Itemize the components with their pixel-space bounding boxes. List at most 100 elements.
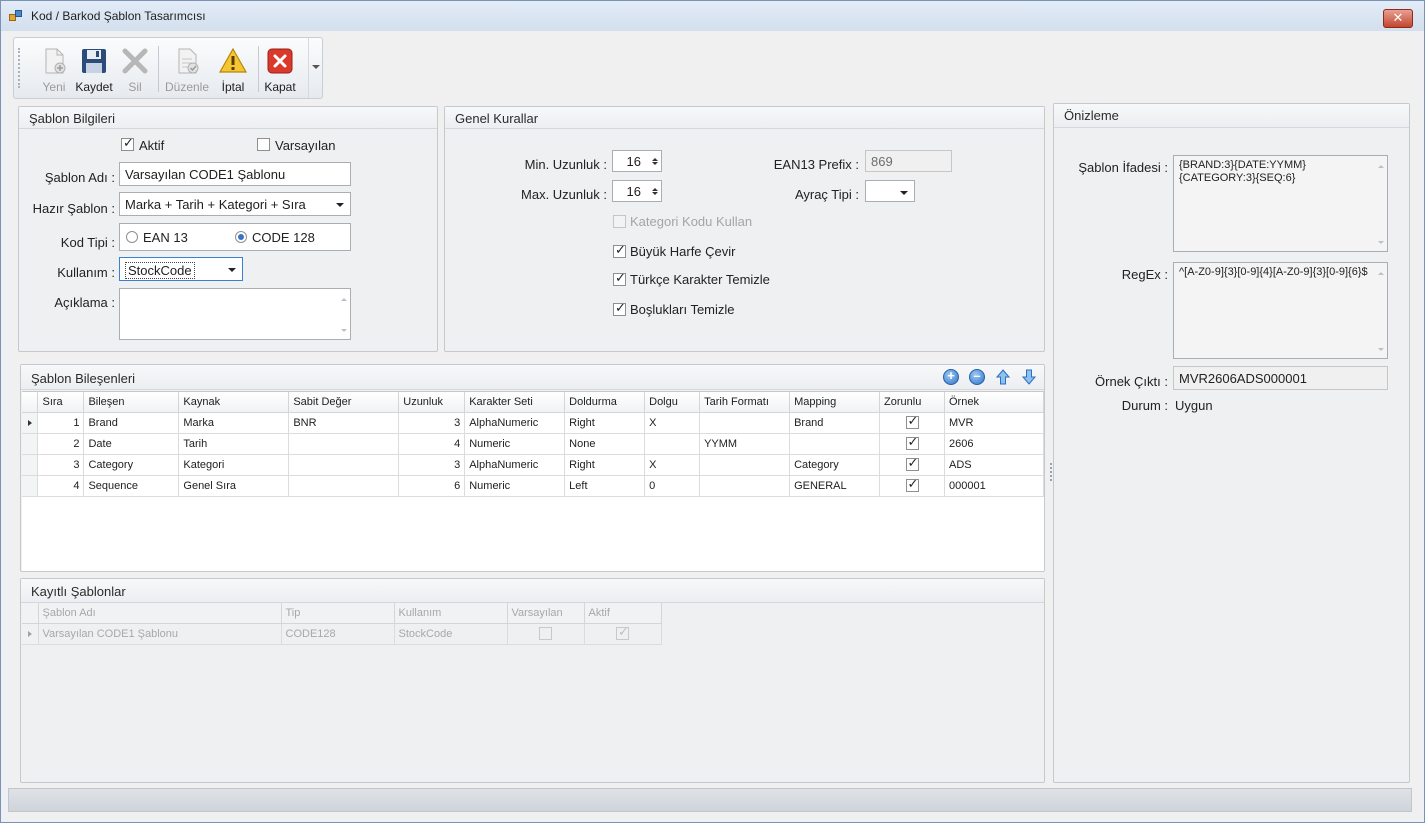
col-header[interactable]: Bileşen bbox=[83, 392, 180, 413]
toolbar-grip[interactable] bbox=[18, 48, 21, 88]
col-header[interactable]: Zorunlu bbox=[879, 392, 945, 413]
move-up-icon[interactable] bbox=[996, 369, 1010, 385]
save-button[interactable]: Kaydet bbox=[74, 38, 114, 98]
cell-length[interactable]: 4 bbox=[398, 433, 466, 455]
separator-select[interactable] bbox=[865, 180, 915, 202]
max-length-spinner[interactable]: 16 bbox=[612, 180, 662, 202]
col-header[interactable]: Kullanım bbox=[394, 603, 508, 624]
regex-textarea[interactable]: ^[A-Z0-9]{3}[0-9]{4}[A-Z0-9]{3}[0-9]{6}$ bbox=[1173, 262, 1388, 359]
cell-padding[interactable]: None bbox=[564, 433, 646, 455]
cell-required[interactable] bbox=[879, 475, 945, 497]
row-selector[interactable] bbox=[22, 623, 39, 645]
cell-order[interactable]: 4 bbox=[37, 475, 85, 497]
col-header[interactable]: Karakter Seti bbox=[464, 392, 566, 413]
cell-component[interactable]: Category bbox=[83, 454, 180, 476]
cell-mapping[interactable] bbox=[789, 433, 881, 455]
cell-charset[interactable]: AlphaNumeric bbox=[464, 454, 566, 476]
description-scrollbar[interactable] bbox=[337, 289, 351, 339]
cell-fill[interactable]: 0 bbox=[644, 475, 701, 497]
col-header[interactable]: Aktif bbox=[584, 603, 662, 624]
cell-fixed[interactable] bbox=[288, 433, 400, 455]
sample-output-input[interactable]: MVR2606ADS000001 bbox=[1173, 366, 1388, 390]
row-selector[interactable] bbox=[22, 454, 39, 476]
cell-fixed[interactable]: BNR bbox=[288, 412, 400, 434]
min-length-spinner[interactable]: 16 bbox=[612, 150, 662, 172]
default-checkbox[interactable] bbox=[257, 138, 270, 151]
cell-date-format[interactable]: YYMM bbox=[699, 433, 791, 455]
required-checkbox[interactable] bbox=[905, 476, 919, 492]
col-header[interactable]: Tip bbox=[281, 603, 395, 624]
cell-source[interactable]: Tarih bbox=[178, 433, 290, 455]
vertical-splitter[interactable] bbox=[1050, 463, 1052, 481]
cell-default[interactable] bbox=[507, 623, 585, 645]
table-row[interactable]: 1 Brand Marka BNR 3 AlphaNumeric Right X… bbox=[22, 412, 1045, 434]
cell-required[interactable] bbox=[879, 433, 945, 455]
col-header[interactable]: Sabit Değer bbox=[288, 392, 400, 413]
move-down-icon[interactable] bbox=[1022, 369, 1036, 385]
close-button[interactable]: Kapat bbox=[263, 38, 297, 98]
cell-fill[interactable]: X bbox=[644, 412, 701, 434]
cell-date-format[interactable] bbox=[699, 454, 791, 476]
usage-select[interactable]: StockCode bbox=[119, 257, 243, 281]
trim-spaces-checkbox[interactable] bbox=[613, 300, 626, 316]
cell-fixed[interactable] bbox=[288, 475, 400, 497]
table-row[interactable]: 4 Sequence Genel Sıra 6 Numeric Left 0 G… bbox=[22, 475, 1045, 497]
row-selector[interactable] bbox=[22, 412, 39, 434]
col-header[interactable]: Doldurma bbox=[564, 392, 646, 413]
table-row[interactable]: 3 Category Kategori 3 AlphaNumeric Right… bbox=[22, 454, 1045, 476]
use-category-code-checkbox[interactable] bbox=[613, 215, 626, 228]
cell-sample[interactable]: 000001 bbox=[944, 475, 1045, 497]
cell-date-format[interactable] bbox=[699, 475, 791, 497]
expression-scrollbar[interactable] bbox=[1374, 156, 1388, 251]
cell-component[interactable]: Brand bbox=[83, 412, 180, 434]
min-length-up-icon[interactable] bbox=[652, 155, 658, 161]
add-row-icon[interactable]: + bbox=[943, 369, 959, 385]
cell-fixed[interactable] bbox=[288, 454, 400, 476]
cell-charset[interactable]: Numeric bbox=[464, 433, 566, 455]
default-checkbox[interactable] bbox=[539, 627, 552, 640]
cell-active[interactable] bbox=[584, 623, 662, 645]
col-header[interactable]: Şablon Adı bbox=[38, 603, 282, 624]
regex-scrollbar[interactable] bbox=[1374, 263, 1388, 358]
table-row[interactable]: 2 Date Tarih 4 Numeric None YYMM 2606 bbox=[22, 433, 1045, 455]
cell-required[interactable] bbox=[879, 454, 945, 476]
cell-source[interactable]: Genel Sıra bbox=[178, 475, 290, 497]
cell-charset[interactable]: AlphaNumeric bbox=[464, 412, 566, 434]
cell-length[interactable]: 3 bbox=[398, 454, 466, 476]
cell-sample[interactable]: 2606 bbox=[944, 433, 1045, 455]
row-selector[interactable] bbox=[22, 475, 39, 497]
cell-source[interactable]: Kategori bbox=[178, 454, 290, 476]
col-header[interactable]: Dolgu bbox=[644, 392, 701, 413]
min-length-down-icon[interactable] bbox=[652, 162, 658, 168]
col-header[interactable]: Kaynak bbox=[178, 392, 290, 413]
cell-order[interactable]: 2 bbox=[37, 433, 85, 455]
cell-component[interactable]: Date bbox=[83, 433, 180, 455]
required-checkbox[interactable] bbox=[905, 434, 919, 450]
cell-length[interactable]: 6 bbox=[398, 475, 466, 497]
cell-padding[interactable]: Left bbox=[564, 475, 646, 497]
table-row[interactable]: Varsayılan CODE1 Şablonu CODE128 StockCo… bbox=[22, 623, 662, 645]
cell-length[interactable]: 3 bbox=[398, 412, 466, 434]
active-checkbox[interactable] bbox=[121, 135, 134, 151]
cell-template-name[interactable]: Varsayılan CODE1 Şablonu bbox=[38, 623, 282, 645]
required-checkbox[interactable] bbox=[905, 455, 919, 471]
max-length-up-icon[interactable] bbox=[652, 185, 658, 191]
cell-padding[interactable]: Right bbox=[564, 454, 646, 476]
cell-order[interactable]: 3 bbox=[37, 454, 85, 476]
col-header[interactable]: Mapping bbox=[789, 392, 881, 413]
cell-mapping[interactable]: Category bbox=[789, 454, 881, 476]
col-header[interactable]: Tarih Formatı bbox=[699, 392, 791, 413]
max-length-down-icon[interactable] bbox=[652, 192, 658, 198]
col-header[interactable]: Varsayılan bbox=[507, 603, 585, 624]
delete-button[interactable]: Sil bbox=[118, 38, 152, 98]
active-checkbox[interactable] bbox=[616, 624, 629, 640]
col-header[interactable]: Sıra bbox=[37, 392, 85, 413]
window-close-button[interactable]: ✕ bbox=[1383, 9, 1413, 28]
cell-order[interactable]: 1 bbox=[37, 412, 85, 434]
edit-button[interactable]: Düzenle bbox=[164, 38, 210, 98]
cell-type[interactable]: CODE128 bbox=[281, 623, 395, 645]
row-selector[interactable] bbox=[22, 433, 39, 455]
toolbar-overflow-button[interactable] bbox=[308, 38, 322, 98]
cell-fill[interactable] bbox=[644, 433, 701, 455]
cell-charset[interactable]: Numeric bbox=[464, 475, 566, 497]
